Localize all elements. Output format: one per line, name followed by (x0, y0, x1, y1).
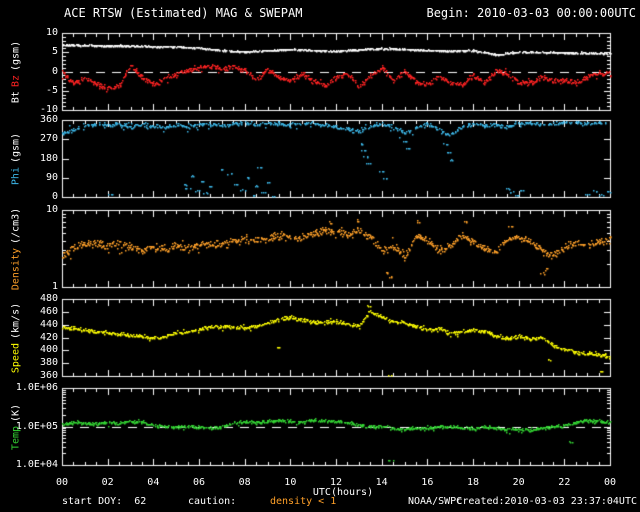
y-axis-label-part: Phi (10, 166, 22, 185)
footer-agency: NOAA/SWPC (408, 496, 463, 507)
x-tick-label: 14 (375, 477, 388, 488)
x-tick-label: 20 (512, 477, 525, 488)
y-axis-label-part: Density (10, 247, 22, 290)
y-axis-label-part: (K) (10, 403, 22, 422)
x-tick-label: 12 (329, 477, 343, 488)
x-tick-label: 18 (466, 477, 480, 488)
y-axis-label-part: (/cm3) (10, 207, 22, 244)
y-axis-label-speed: Speed (km/s) (2, 299, 30, 376)
footer-caution-label: caution: (188, 496, 237, 507)
y-axis-label-part: Bt (10, 90, 22, 103)
x-tick-label: 00 (55, 477, 69, 488)
x-tick-label: 02 (101, 477, 114, 488)
plot-begin-timestamp: Begin: 2010-03-03 00:00:00UTC (426, 6, 636, 20)
x-tick-label: 00 (603, 477, 617, 488)
footer-start-doy: start DOY: 62 (62, 496, 147, 507)
y-axis-label-part: Temp (10, 425, 22, 450)
x-tick-label: 16 (421, 477, 434, 488)
x-tick-label: 06 (192, 477, 206, 488)
x-tick-label: 04 (147, 477, 160, 488)
x-tick-label: 22 (558, 477, 571, 488)
ace-rtsw-plot: ACE RTSW (Estimated) MAG & SWEPAM Begin:… (0, 0, 640, 512)
y-axis-label-part: (km/s) (10, 302, 22, 339)
y-axis-label-part: Bz (10, 74, 22, 87)
x-tick-label: 08 (238, 477, 251, 488)
y-axis-label-temp: Temp (K) (2, 388, 30, 465)
plot-title: ACE RTSW (Estimated) MAG & SWEPAM (64, 6, 303, 20)
y-axis-label-density: Density (/cm3) (2, 207, 30, 290)
y-axis-label-part: (gsm) (10, 40, 22, 71)
y-axis-label-mag: Bt Bz (gsm) (2, 33, 30, 110)
y-axis-label-phi: Phi (gsm) (2, 120, 30, 197)
y-axis-label-part: Speed (10, 342, 22, 373)
x-tick-label: 10 (284, 477, 297, 488)
footer-caution-value: density < 1 (270, 496, 337, 507)
plot-canvas (0, 0, 640, 512)
y-axis-label-part: (gsm) (10, 132, 22, 163)
footer-created-timestamp: created:2010-03-03 23:37:04UTC (456, 496, 637, 507)
